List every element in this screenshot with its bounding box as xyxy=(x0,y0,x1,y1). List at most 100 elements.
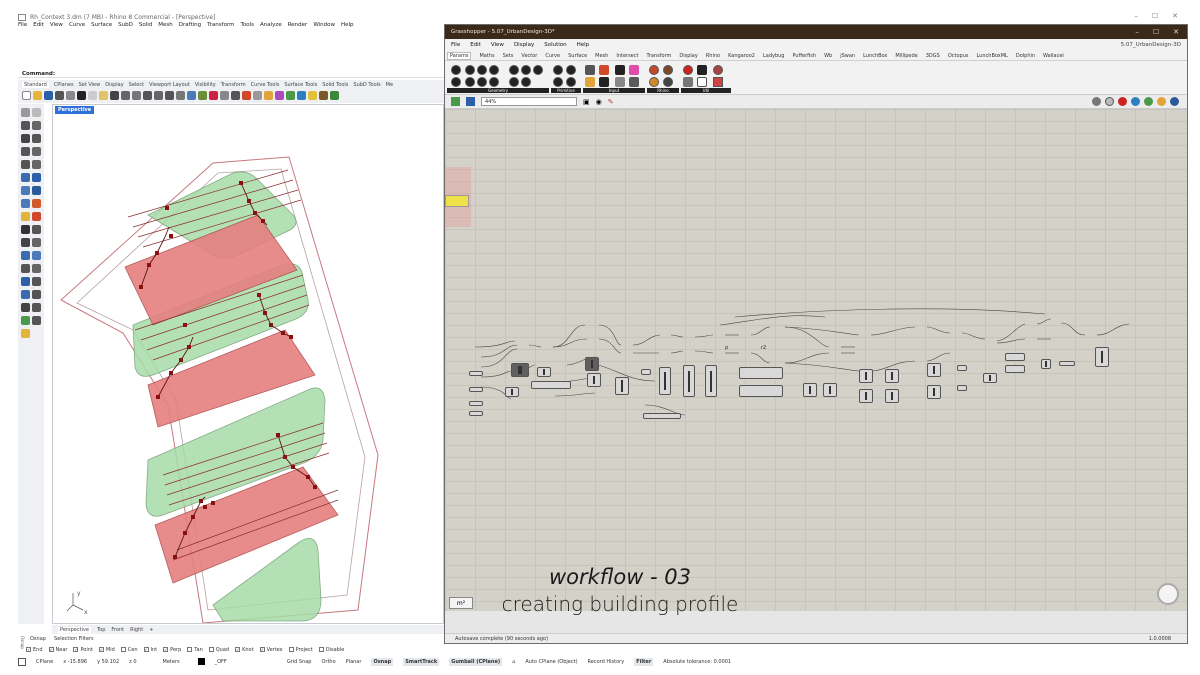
scale-icon[interactable] xyxy=(32,277,41,286)
boolean-icon[interactable] xyxy=(21,212,30,221)
brush-icon[interactable]: ✎ xyxy=(608,98,614,106)
properties-icon[interactable] xyxy=(66,91,75,100)
grasshopper-icon[interactable] xyxy=(330,91,339,100)
trim-icon[interactable] xyxy=(21,238,30,247)
osnap-knot-checkbox[interactable]: ✓ Knot xyxy=(235,647,254,653)
gh-component-node[interactable] xyxy=(859,369,873,383)
lock-icon[interactable]: ⌂ xyxy=(512,659,515,665)
menu-edit[interactable]: Edit xyxy=(33,22,44,32)
camera-icon[interactable] xyxy=(649,65,659,75)
tab-mesh-tools[interactable]: Me xyxy=(386,82,393,88)
gh-tab-wb[interactable]: Wb xyxy=(824,53,832,59)
gh-tab-display[interactable]: Display xyxy=(679,53,697,59)
tab-set-view[interactable]: Set View xyxy=(79,82,101,88)
mesh-param-icon[interactable] xyxy=(509,65,519,75)
gh-component-node[interactable] xyxy=(859,389,873,403)
gh-tab-kangaroo2[interactable]: Kangaroo2 xyxy=(728,53,755,59)
plane-param-icon[interactable] xyxy=(465,77,475,87)
pan-icon[interactable] xyxy=(121,91,130,100)
ellipse-icon[interactable] xyxy=(21,160,30,169)
gh-component-node[interactable] xyxy=(803,383,817,397)
explode-icon[interactable] xyxy=(32,212,41,221)
gh-tab-pufferfish[interactable]: Pufferfish xyxy=(792,53,816,59)
button-icon[interactable] xyxy=(599,77,609,87)
gh-component-node[interactable] xyxy=(511,363,529,377)
gh-param-node[interactable] xyxy=(469,387,483,392)
move-icon[interactable] xyxy=(21,264,30,273)
jump-icon[interactable] xyxy=(683,77,693,87)
offset-icon[interactable] xyxy=(32,225,41,234)
tab-standard[interactable]: Standard xyxy=(22,81,49,88)
hide-icon[interactable] xyxy=(231,91,240,100)
zoom-icon[interactable] xyxy=(143,91,152,100)
freeform-icon[interactable] xyxy=(32,160,41,169)
gh-tab-surface[interactable]: Surface xyxy=(568,53,587,59)
menu-solid[interactable]: Solid xyxy=(139,22,152,32)
open-definition-icon[interactable] xyxy=(451,97,460,106)
osnap-point-checkbox[interactable]: ✓ Point xyxy=(73,647,93,653)
arrow-right-icon[interactable] xyxy=(697,65,707,75)
tab-osnap[interactable]: Osnap xyxy=(30,636,46,644)
tab-surface-tools[interactable]: Surface Tools xyxy=(284,82,317,88)
osnap-cen-checkbox[interactable]: Cen xyxy=(120,647,138,653)
text-icon[interactable] xyxy=(21,251,30,260)
canvas-compass-icon[interactable] xyxy=(1157,583,1179,605)
render-icon[interactable] xyxy=(286,91,295,100)
menu-window[interactable]: Window xyxy=(313,22,335,32)
gh-tab-rhino[interactable]: Rhino xyxy=(706,53,720,59)
gh-param-node[interactable] xyxy=(957,385,967,391)
cylinder-icon[interactable] xyxy=(21,199,30,208)
status-cplane[interactable]: CPlane xyxy=(36,659,53,665)
panel-toggle-icon[interactable] xyxy=(18,657,26,666)
options-icon[interactable] xyxy=(308,91,317,100)
record-history-toggle[interactable]: Record History xyxy=(588,659,625,665)
gh-tab-octopus[interactable]: Octopus xyxy=(948,53,969,59)
save-icon[interactable] xyxy=(44,91,53,100)
tab-visibility[interactable]: Visibility xyxy=(195,82,216,88)
gh-component-node[interactable] xyxy=(739,367,783,379)
gh-tab-mesh[interactable]: Mesh xyxy=(595,53,608,59)
perspective-viewport[interactable]: Perspective y x xyxy=(52,104,444,624)
gh-component-node[interactable] xyxy=(659,367,671,395)
gh-tab-ladybug[interactable]: Ladybug xyxy=(763,53,785,59)
colour-swatch-icon[interactable] xyxy=(629,65,639,75)
boolean-param-icon[interactable] xyxy=(566,77,576,87)
array-icon[interactable] xyxy=(21,290,30,299)
menu-surface[interactable]: Surface xyxy=(91,22,112,32)
osnap-project-checkbox[interactable]: Project xyxy=(288,647,313,653)
gh-tab-transform[interactable]: Transform xyxy=(646,53,671,59)
select-arrow-icon[interactable] xyxy=(21,108,30,117)
gh-tab-lunchbox[interactable]: LunchBox xyxy=(863,53,887,59)
gh-component-node[interactable] xyxy=(705,365,717,397)
group-icon[interactable] xyxy=(32,303,41,312)
wireframe-icon[interactable] xyxy=(1105,97,1114,106)
panel-icon[interactable] xyxy=(599,65,609,75)
gh-component-node[interactable] xyxy=(885,369,899,383)
menu-tools[interactable]: Tools xyxy=(240,22,254,32)
number-param-icon[interactable] xyxy=(553,65,563,75)
zoom-window-icon[interactable] xyxy=(154,91,163,100)
osnap-toggle[interactable]: Osnap xyxy=(371,657,394,666)
gh-menu-help[interactable]: Help xyxy=(577,42,590,48)
osnap-int-checkbox[interactable]: ✓ Int xyxy=(143,647,157,653)
rotate-view-icon[interactable] xyxy=(132,91,141,100)
zoom-selected-icon[interactable] xyxy=(176,91,185,100)
fillet-icon[interactable] xyxy=(21,225,30,234)
tab-transform[interactable]: Transform xyxy=(221,82,246,88)
layer-color-swatch[interactable] xyxy=(197,658,205,665)
rectangle-icon[interactable] xyxy=(32,147,41,156)
osnap-mid-checkbox[interactable]: ✓ Mid xyxy=(98,647,115,653)
text-param-icon[interactable] xyxy=(553,77,563,87)
tab-top[interactable]: Top xyxy=(97,627,105,633)
print-icon[interactable] xyxy=(55,91,64,100)
autocplane-toggle[interactable]: Auto CPlane (Object) xyxy=(525,659,577,665)
tab-display[interactable]: Display xyxy=(105,82,123,88)
gh-param-node[interactable] xyxy=(1059,361,1075,366)
gh-menu-edit[interactable]: Edit xyxy=(470,42,481,48)
slider-icon[interactable] xyxy=(585,65,595,75)
sketch-icon[interactable]: ▣ xyxy=(583,98,590,106)
gh-menu-display[interactable]: Display xyxy=(514,42,534,48)
gh-maximize-icon[interactable]: ☐ xyxy=(1153,28,1159,36)
extrude-icon[interactable] xyxy=(32,173,41,182)
menu-curve[interactable]: Curve xyxy=(69,22,85,32)
